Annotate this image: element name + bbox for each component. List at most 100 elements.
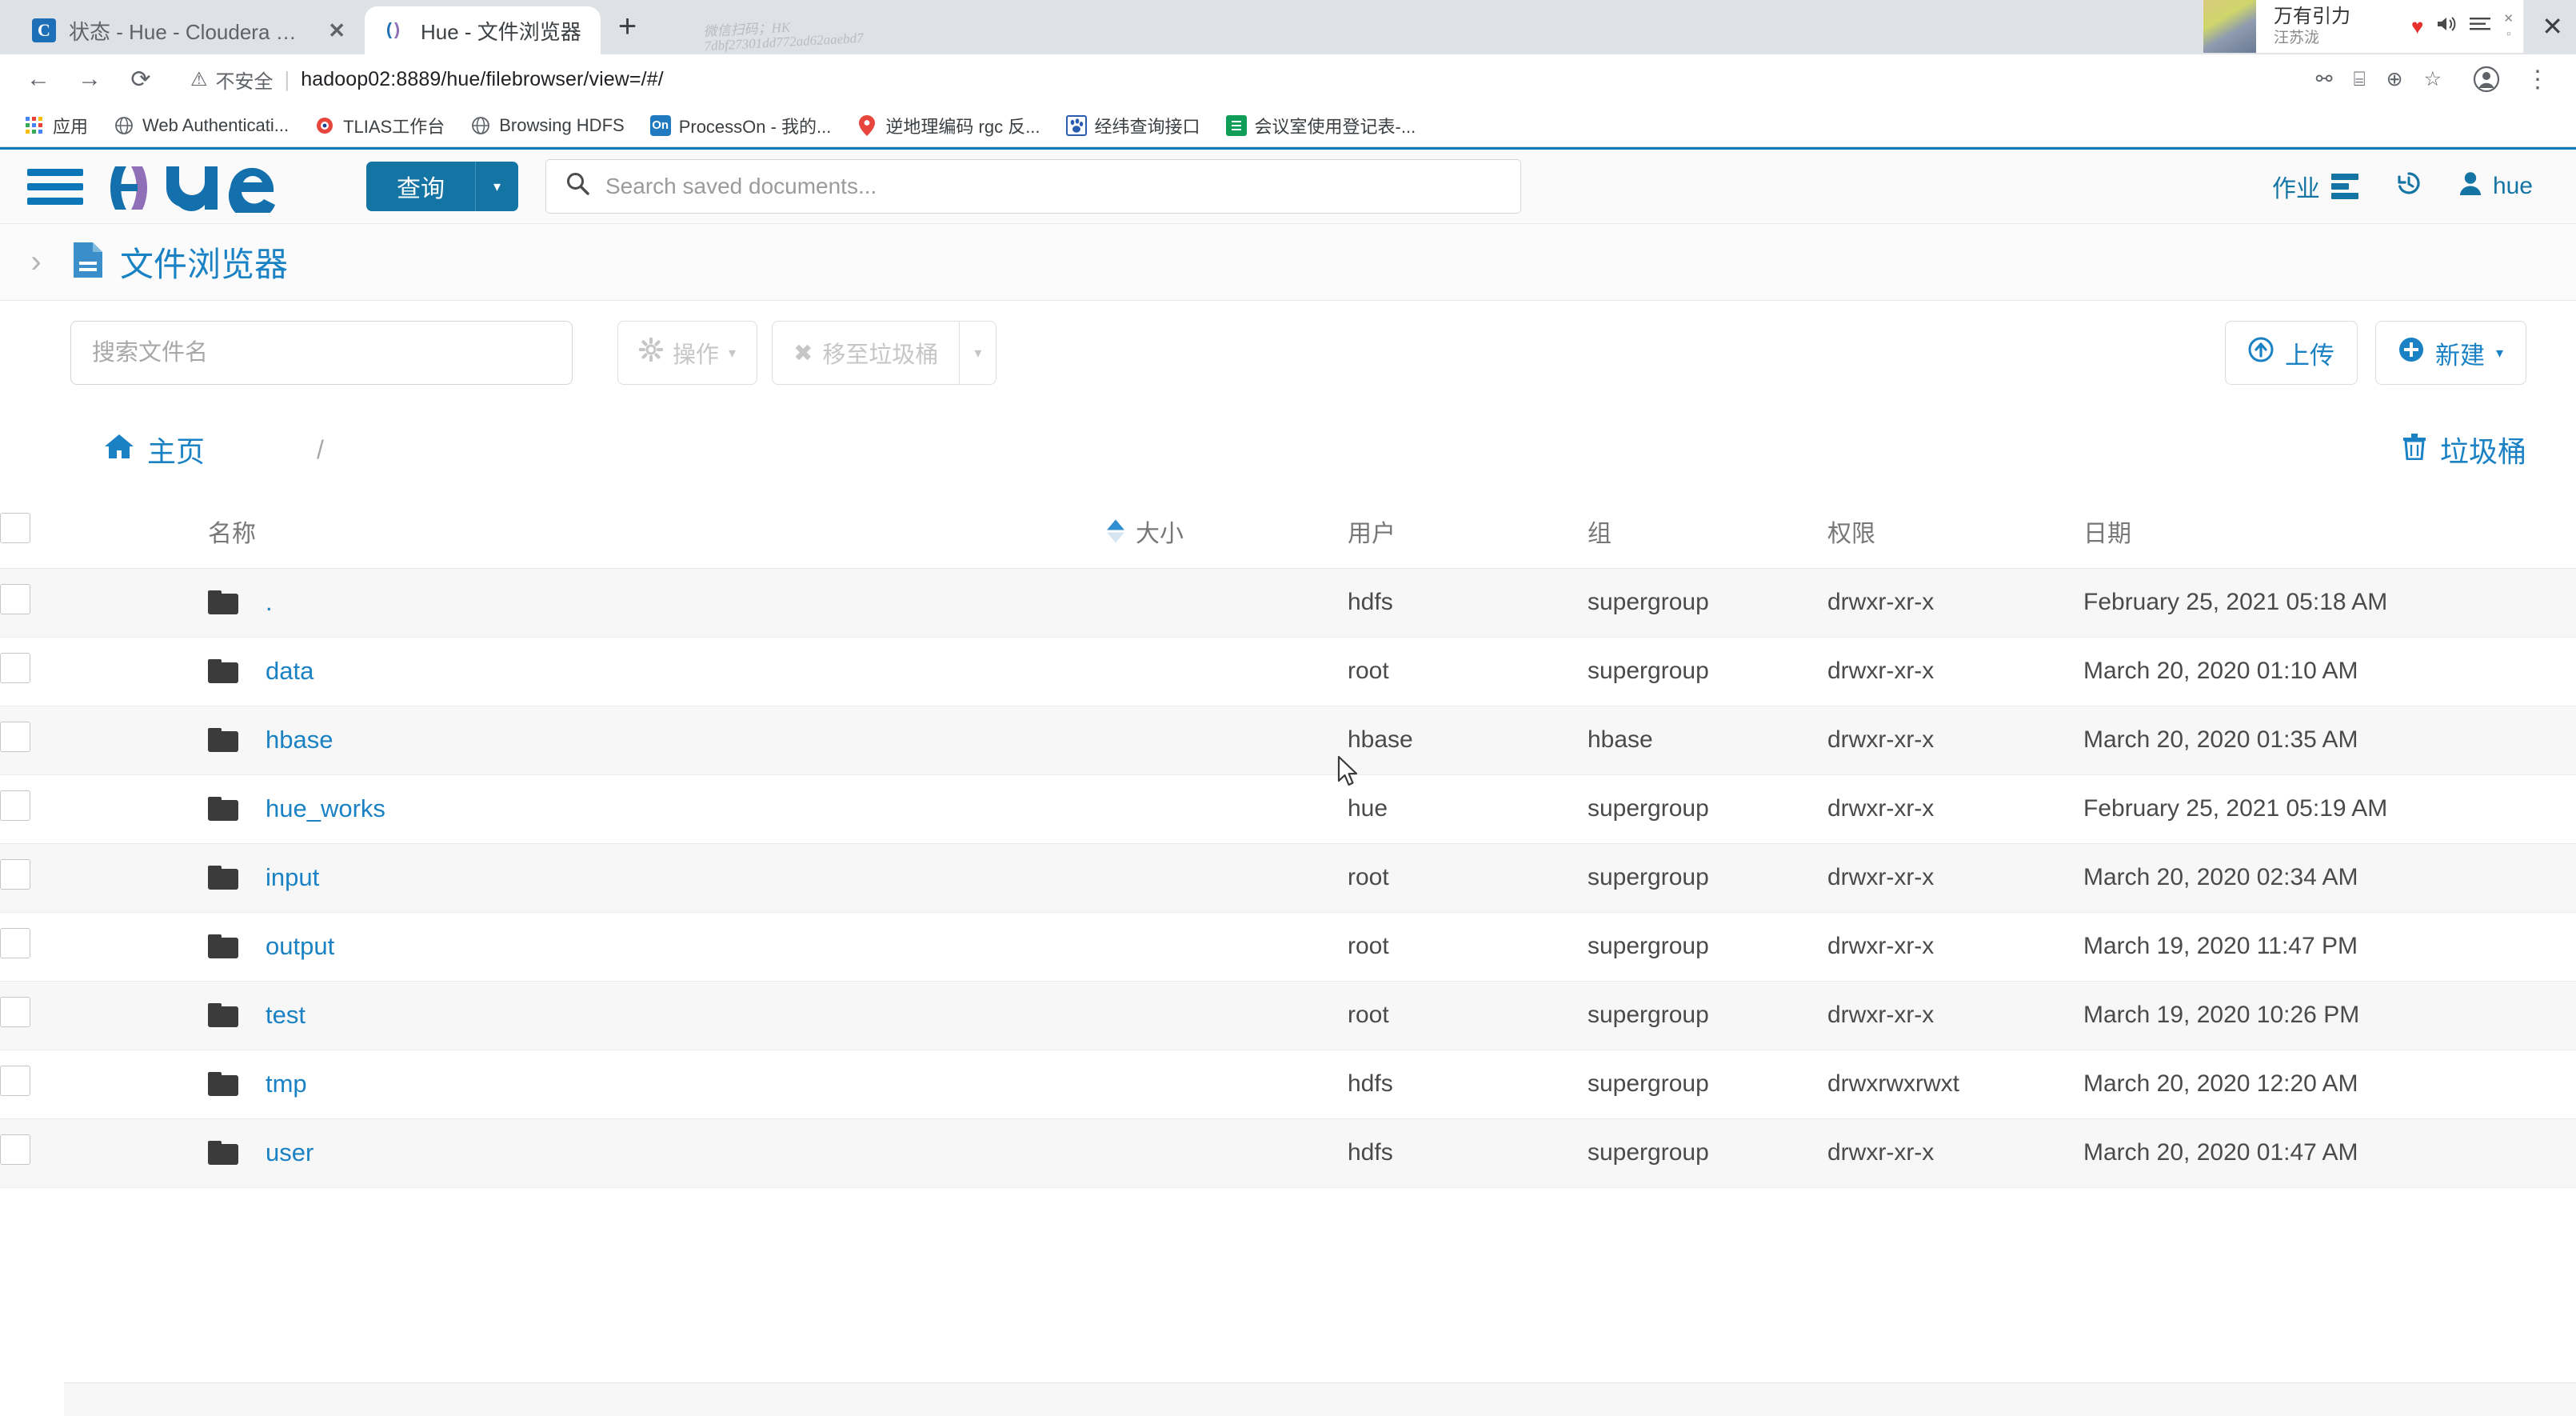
bookmark-browsing-hdfs[interactable]: Browsing HDFS: [459, 110, 635, 141]
select-all-header[interactable]: [0, 494, 136, 569]
table-row[interactable]: data root supergroup drwxr-xr-x March 20, 20…: [0, 637, 2576, 706]
user-menu[interactable]: hue: [2459, 171, 2533, 202]
new-tab-button[interactable]: +: [618, 9, 637, 45]
column-header-permission[interactable]: 权限: [1827, 494, 2083, 569]
profile-avatar-icon[interactable]: [2464, 57, 2509, 102]
row-name-cell[interactable]: data: [136, 637, 1136, 706]
bookmark-star-icon[interactable]: ☆: [2424, 67, 2442, 91]
row-checkbox[interactable]: [0, 790, 30, 821]
history-button[interactable]: [2395, 170, 2422, 203]
bookmark-meeting-room-log[interactable]: 会议室使用登记表-...: [1215, 108, 1428, 143]
table-row[interactable]: hbase hbase hbase drwxr-xr-x March 20, 2020 …: [0, 706, 2576, 775]
table-row[interactable]: user hdfs supergroup drwxr-xr-x March 20, 20…: [0, 1118, 2576, 1188]
bookmark-tlias[interactable]: TLIAS工作台: [303, 108, 456, 143]
column-header-size[interactable]: 大小: [1136, 494, 1348, 569]
search-input[interactable]: [605, 174, 1501, 199]
row-checkbox[interactable]: [0, 1066, 30, 1096]
table-row[interactable]: test root supergroup drwxr-xr-x March 19, 20…: [0, 981, 2576, 1050]
row-checkbox[interactable]: [0, 653, 30, 683]
row-select-cell[interactable]: [0, 1118, 136, 1188]
chevron-down-icon[interactable]: ▾: [475, 162, 518, 211]
row-select-cell[interactable]: [0, 706, 136, 775]
back-icon[interactable]: ←: [16, 57, 61, 102]
row-name-cell[interactable]: hbase: [136, 706, 1136, 775]
row-select-cell[interactable]: [0, 843, 136, 913]
row-select-cell[interactable]: [0, 637, 136, 706]
column-header-user[interactable]: 用户: [1348, 494, 1588, 569]
column-header-group[interactable]: 组: [1588, 494, 1827, 569]
file-search-input[interactable]: [70, 321, 573, 385]
file-name-link[interactable]: tmp: [266, 1070, 307, 1098]
table-row[interactable]: output root supergroup drwxr-xr-x March 19, …: [0, 912, 2576, 982]
table-row[interactable]: hue_works hue supergroup drwxr-xr-x February…: [0, 774, 2576, 844]
bookmark-web-authentication[interactable]: Web Authenticati...: [102, 110, 300, 141]
column-header-date[interactable]: 日期: [2083, 494, 2576, 569]
new-button[interactable]: 新建 ▾: [2374, 321, 2526, 385]
row-name-cell[interactable]: input: [136, 843, 1136, 913]
not-secure-badge[interactable]: ⚠ 不安全: [190, 66, 274, 94]
window-close-icon[interactable]: ✕: [2542, 11, 2563, 42]
row-select-cell[interactable]: [0, 981, 136, 1050]
move-to-trash-button[interactable]: ✖ 移至垃圾桶: [772, 321, 961, 385]
column-header-name[interactable]: 名称: [136, 494, 1136, 569]
file-name-link[interactable]: output: [266, 932, 334, 961]
row-checkbox[interactable]: [0, 584, 30, 614]
file-name-link[interactable]: hbase: [266, 726, 333, 754]
row-checkbox[interactable]: [0, 1134, 30, 1165]
breadcrumb-home[interactable]: 主页: [104, 429, 205, 470]
row-select-cell[interactable]: [0, 568, 136, 638]
file-name-link[interactable]: hue_works: [266, 794, 385, 823]
row-name-cell[interactable]: .: [136, 568, 1136, 638]
trash-dropdown-button[interactable]: ▾: [960, 321, 997, 385]
select-all-checkbox[interactable]: [0, 512, 30, 543]
row-name-cell[interactable]: user: [136, 1118, 1136, 1188]
bookmark-processon[interactable]: On ProcessOn - 我的...: [639, 108, 843, 143]
saved-documents-search[interactable]: [545, 159, 1521, 214]
bookmark-rgc[interactable]: 逆地理编码 rgc 反...: [845, 108, 1051, 143]
browser-menu-icon[interactable]: ⋮: [2515, 57, 2560, 102]
hue-logo[interactable]: [110, 160, 334, 221]
actions-button[interactable]: 操作 ▾: [617, 321, 758, 385]
close-icon[interactable]: ✕: [328, 18, 345, 43]
playlist-icon[interactable]: [2470, 15, 2491, 38]
file-name-link[interactable]: data: [266, 657, 314, 686]
row-name-cell[interactable]: hue_works: [136, 774, 1136, 844]
speaker-icon[interactable]: [2436, 14, 2457, 39]
row-checkbox[interactable]: [0, 722, 30, 752]
row-select-cell[interactable]: [0, 774, 136, 844]
table-row[interactable]: input root supergroup drwxr-xr-x March 20, 2…: [0, 843, 2576, 913]
browser-tab-cloudera[interactable]: C 状态 - Hue - Cloudera Manage ✕: [13, 6, 365, 54]
player-close-icon[interactable]: ✕: [2503, 13, 2514, 25]
address-bar[interactable]: ⚠ 不安全 | hadoop02:8889/hue/filebrowser/vi…: [179, 60, 2458, 98]
row-name-cell[interactable]: test: [136, 981, 1136, 1050]
file-name-link[interactable]: user: [266, 1138, 314, 1167]
sidebar-expand-chevron-icon[interactable]: ›: [18, 244, 54, 280]
row-name-cell[interactable]: tmp: [136, 1050, 1136, 1119]
row-checkbox[interactable]: [0, 997, 30, 1027]
bookmark-latlng-api[interactable]: 经纬查询接口: [1055, 108, 1212, 143]
row-select-cell[interactable]: [0, 912, 136, 982]
heart-icon[interactable]: ♥: [2411, 14, 2423, 39]
reload-icon[interactable]: ⟳: [118, 57, 163, 102]
row-checkbox[interactable]: [0, 859, 30, 890]
player-restore-icon[interactable]: ▫: [2506, 28, 2510, 40]
zoom-icon[interactable]: ⊕: [2386, 67, 2403, 91]
table-row[interactable]: . hdfs supergroup drwxr-xr-x February 25, 20…: [0, 568, 2576, 638]
file-name-link[interactable]: test: [266, 1001, 306, 1030]
browser-tab-hue-filebrowser[interactable]: Hue - 文件浏览器: [365, 6, 601, 54]
row-name-cell[interactable]: output: [136, 912, 1136, 982]
hamburger-menu-icon[interactable]: [27, 168, 83, 205]
file-name-link[interactable]: input: [266, 863, 319, 892]
jobs-button[interactable]: 作业: [2272, 169, 2358, 204]
mini-music-player[interactable]: 万有引力 汪苏泷 ♥ ✕ ▫: [2203, 0, 2523, 53]
bookmark-apps[interactable]: 应用: [13, 108, 99, 143]
row-select-cell[interactable]: [0, 1050, 136, 1119]
share-icon[interactable]: ⚯: [2316, 67, 2333, 91]
upload-button[interactable]: 上传: [2224, 321, 2358, 385]
file-name-link[interactable]: .: [266, 588, 273, 617]
translate-icon[interactable]: ⌸: [2354, 68, 2366, 91]
trash-link[interactable]: 垃圾桶: [2402, 429, 2526, 470]
forward-icon[interactable]: →: [67, 57, 112, 102]
table-row[interactable]: tmp hdfs supergroup drwxrwxrwxt March 20, 20…: [0, 1050, 2576, 1119]
query-button[interactable]: 查询: [366, 162, 475, 211]
